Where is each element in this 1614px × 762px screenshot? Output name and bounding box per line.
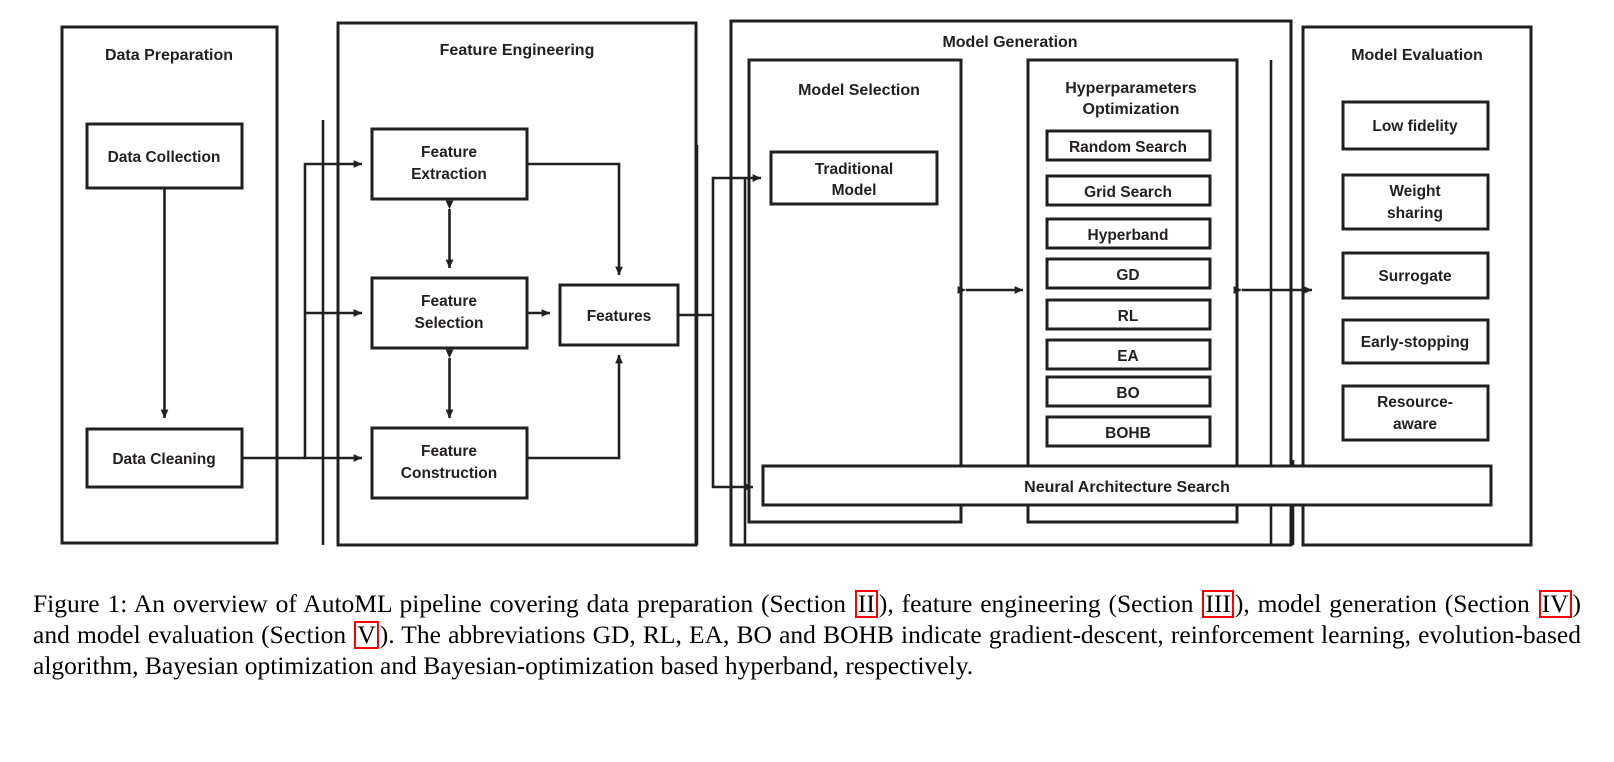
box-label-weight-sharing-line1: Weight <box>1389 183 1440 200</box>
box-grid-search[interactable]: Grid Search <box>1045 174 1212 207</box>
box-bohb[interactable]: BOHB <box>1045 415 1212 448</box>
box-bo[interactable]: BO <box>1045 375 1212 408</box>
box-label-features: Features <box>587 308 652 325</box>
caption-mid2: ), model generation (Section <box>1234 589 1538 618</box>
box-label-early-stopping: Early-stopping <box>1361 334 1470 351</box>
box-rl[interactable]: RL <box>1045 298 1212 331</box>
caption-prefix: Figure 1: An overview of AutoML pipeline… <box>33 589 854 618</box>
container-label-model-generation: Model Generation <box>942 34 1077 51</box>
box-random-search[interactable]: Random Search <box>1045 129 1212 162</box>
box-neural-architecture-search[interactable]: Neural Architecture Search <box>761 464 1493 507</box>
section-link-ii[interactable]: II <box>854 590 878 618</box>
section-link-iii[interactable]: III <box>1202 590 1234 618</box>
box-label-traditional-model-line1: Traditional <box>815 161 893 178</box>
box-feature-construction[interactable]: Feature Construction <box>370 426 529 500</box>
subcontainer-label-hpo-line1: Hyperparameters <box>1065 80 1197 97</box>
box-label-bo: BO <box>1116 385 1139 402</box>
box-label-neural-architecture-search: Neural Architecture Search <box>1024 479 1230 496</box>
section-link-v[interactable]: V <box>354 621 379 649</box>
container-label-feature-engineering: Feature Engineering <box>440 42 595 59</box>
box-label-resource-aware-line1: Resource- <box>1377 394 1453 411</box>
box-label-feature-selection-line2: Selection <box>415 315 484 332</box>
container-label-model-evaluation: Model Evaluation <box>1351 47 1483 64</box>
box-low-fidelity[interactable]: Low fidelity <box>1341 100 1490 151</box>
box-label-surrogate: Surrogate <box>1378 268 1452 285</box>
box-label-ea: EA <box>1117 348 1139 365</box>
box-label-random-search: Random Search <box>1069 139 1187 156</box>
box-feature-extraction[interactable]: Feature Extraction <box>370 127 529 201</box>
caption-mid1: ), feature engineering (Section <box>878 589 1202 618</box>
automl-pipeline-diagram: Data Preparation Feature Engineering Mod… <box>60 19 1533 547</box>
box-label-traditional-model-line2: Model <box>832 182 877 199</box>
box-feature-selection[interactable]: Feature Selection <box>370 276 529 350</box>
box-label-gd: GD <box>1116 267 1139 284</box>
subcontainer-hyperparameters-optimization: Hyperparameters Optimization <box>1026 58 1239 524</box>
box-data-collection[interactable]: Data Collection <box>85 122 244 190</box>
subcontainer-model-selection: Model Selection <box>747 58 963 524</box>
section-link-iv[interactable]: IV <box>1538 590 1572 618</box>
container-label-data-preparation: Data Preparation <box>105 47 233 64</box>
box-label-low-fidelity: Low fidelity <box>1372 118 1458 135</box>
box-label-feature-selection-line1: Feature <box>421 293 477 310</box>
box-label-bohb: BOHB <box>1105 425 1151 442</box>
box-label-feature-construction-line1: Feature <box>421 443 477 460</box>
subcontainer-label-model-selection: Model Selection <box>798 82 920 99</box>
box-label-resource-aware-line2: aware <box>1393 416 1437 433</box>
box-hyperband[interactable]: Hyperband <box>1045 217 1212 250</box>
figure-page: Data Preparation Feature Engineering Mod… <box>0 0 1614 762</box>
box-label-rl: RL <box>1118 308 1139 325</box>
box-label-weight-sharing-line2: sharing <box>1387 205 1443 222</box>
box-traditional-model[interactable]: Traditional Model <box>769 150 939 206</box>
box-label-feature-extraction-line2: Extraction <box>411 166 487 183</box>
box-label-hyperband: Hyperband <box>1088 227 1169 244</box>
box-ea[interactable]: EA <box>1045 338 1212 371</box>
box-label-feature-extraction-line1: Feature <box>421 144 477 161</box>
box-surrogate[interactable]: Surrogate <box>1341 251 1490 300</box>
box-early-stopping[interactable]: Early-stopping <box>1341 318 1490 365</box>
box-weight-sharing[interactable]: Weight sharing <box>1341 173 1490 231</box>
box-features[interactable]: Features <box>558 283 680 347</box>
box-label-feature-construction-line2: Construction <box>401 465 497 482</box>
box-label-data-cleaning: Data Cleaning <box>112 451 215 468</box>
subcontainer-label-hpo-line2: Optimization <box>1083 101 1180 118</box>
box-resource-aware[interactable]: Resource- aware <box>1341 384 1490 442</box>
box-label-data-collection: Data Collection <box>108 149 221 166</box>
box-data-cleaning[interactable]: Data Cleaning <box>85 427 244 489</box>
box-gd[interactable]: GD <box>1045 257 1212 290</box>
box-label-grid-search: Grid Search <box>1084 184 1172 201</box>
figure-caption: Figure 1: An overview of AutoML pipeline… <box>33 588 1581 681</box>
